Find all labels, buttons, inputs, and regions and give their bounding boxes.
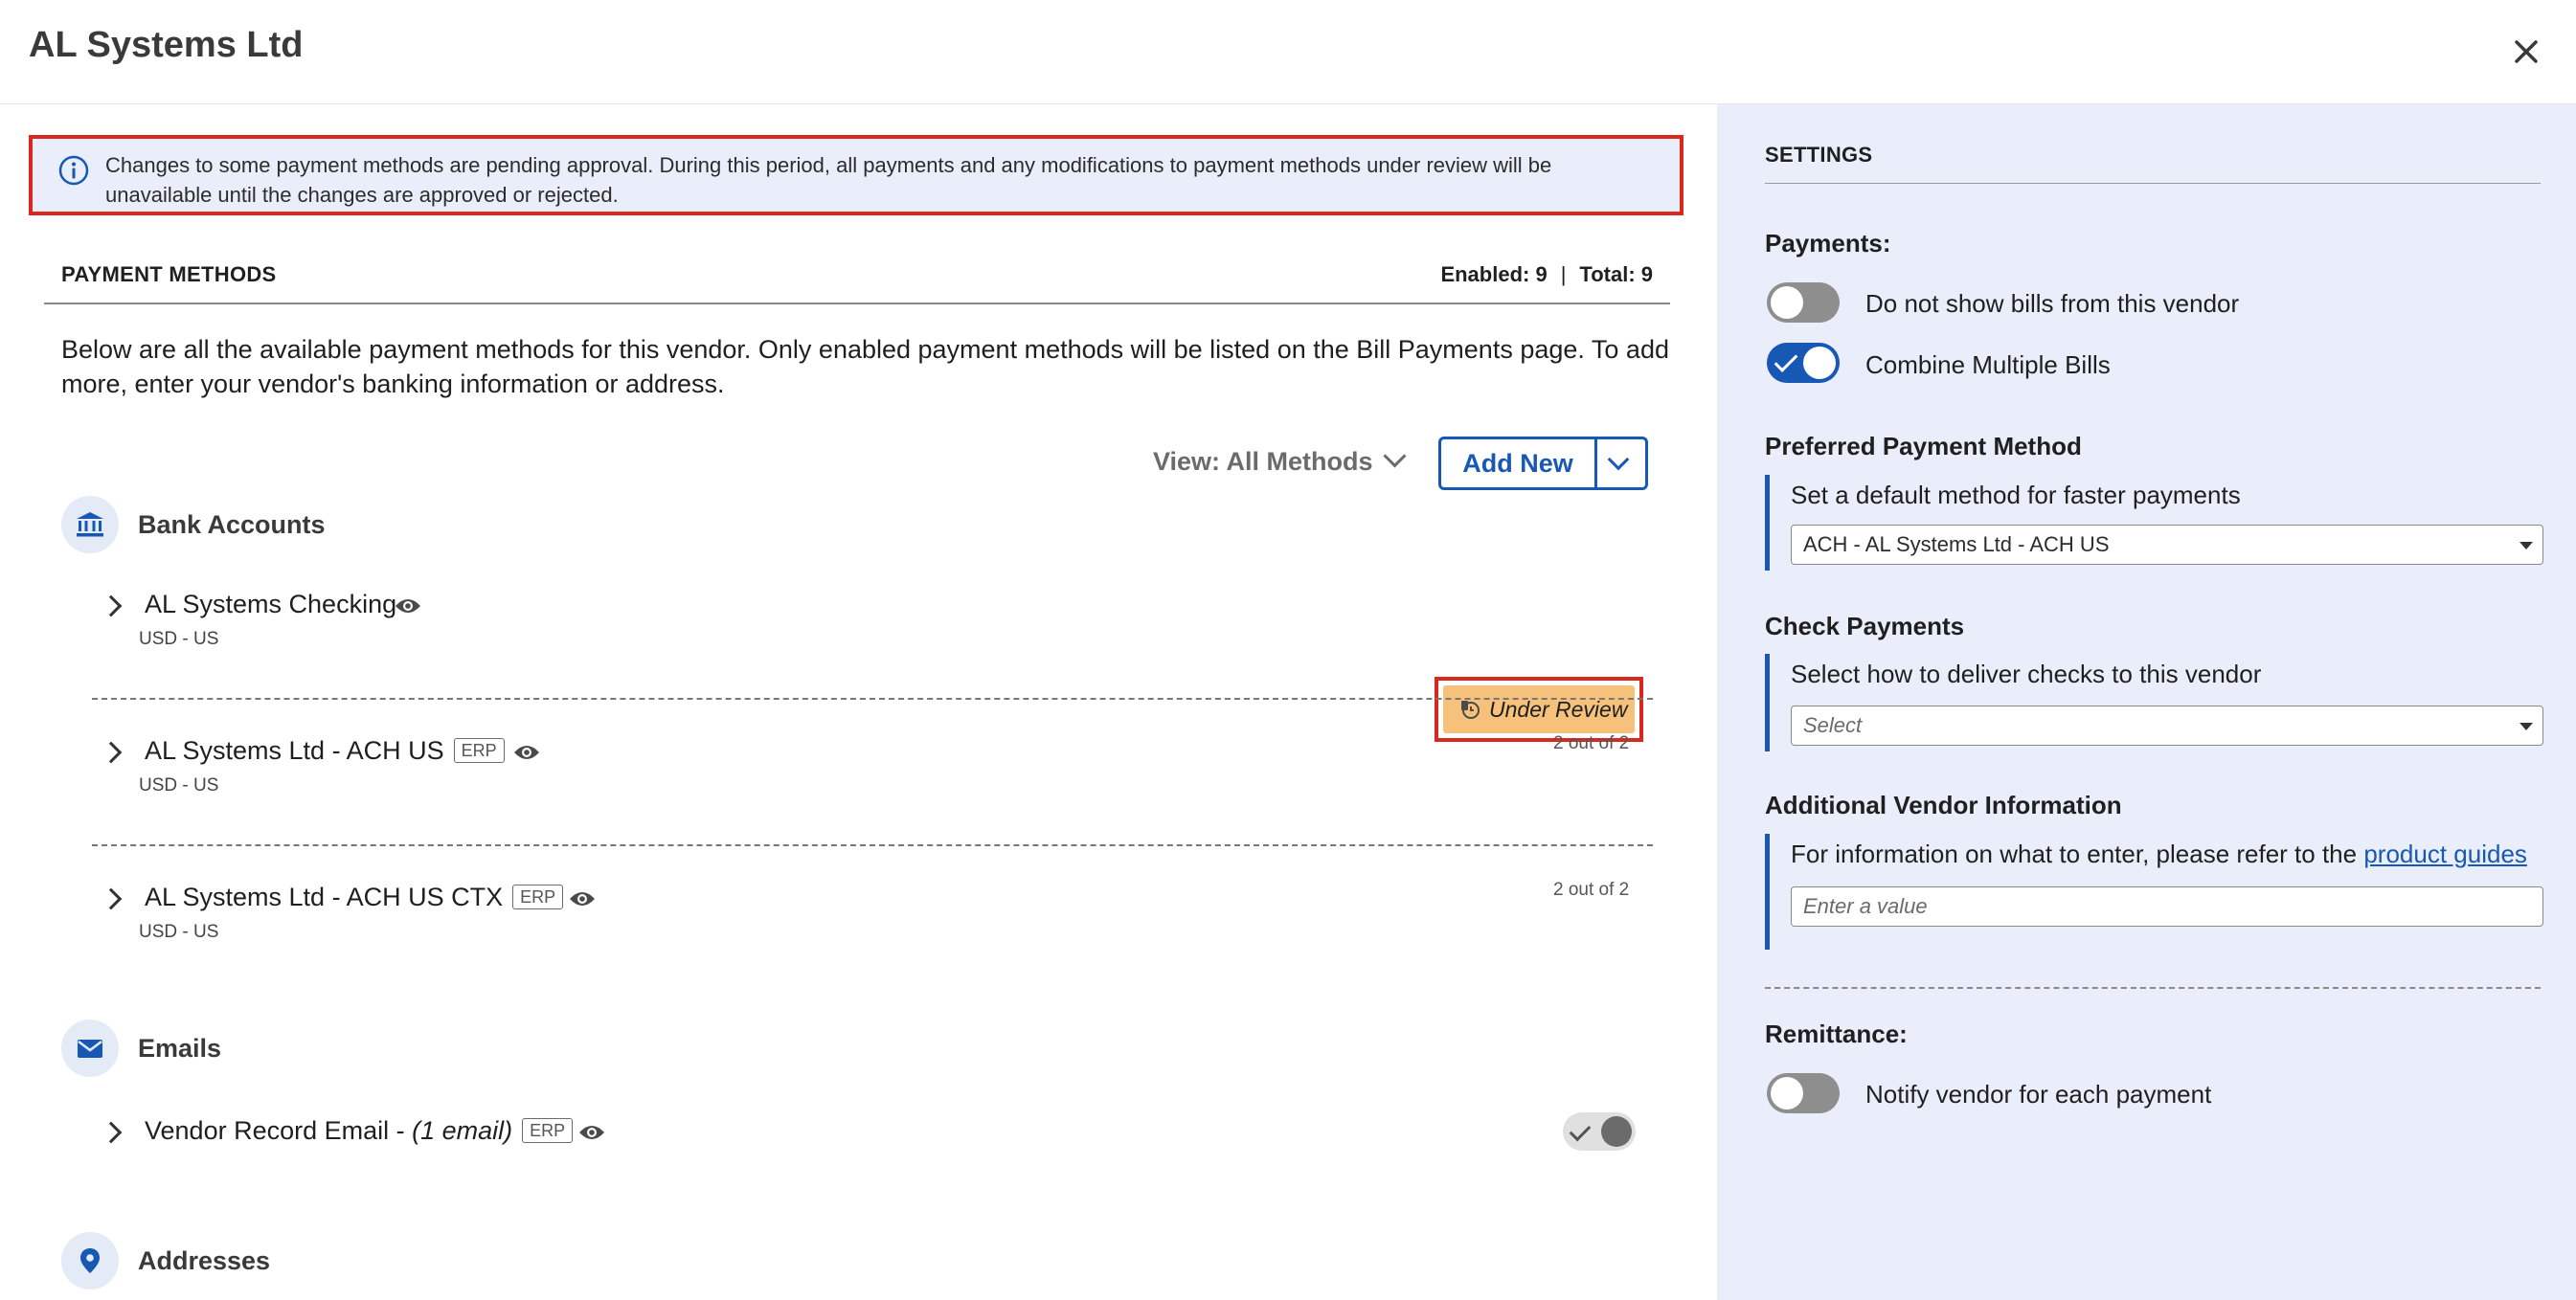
currency-country: USD - US bbox=[139, 629, 219, 649]
additional-info-input[interactable]: Enter a value bbox=[1791, 886, 2543, 927]
notify-vendor-toggle[interactable] bbox=[1767, 1073, 1840, 1113]
erp-tag: ERP bbox=[512, 885, 564, 909]
settings-panel: SETTINGS Payments: Do not show bills fro… bbox=[1717, 104, 2576, 1300]
view-filter-dropdown[interactable]: View: All Methods bbox=[1153, 444, 1407, 477]
divider bbox=[1765, 183, 2541, 184]
combine-bills-label: Combine Multiple Bills bbox=[1865, 350, 2111, 379]
product-guides-link[interactable]: product guides bbox=[2363, 840, 2527, 868]
under-review-highlight: Under Review bbox=[1435, 677, 1643, 742]
check-payments-label: Check Payments bbox=[1765, 612, 1965, 640]
add-new-button[interactable]: Add New bbox=[1438, 437, 1597, 490]
modal-header: AL Systems Ltd bbox=[0, 0, 2576, 104]
check-payments-group: Select how to deliver checks to this ven… bbox=[1765, 654, 2543, 751]
erp-tag: ERP bbox=[522, 1118, 574, 1143]
notify-vendor-label: Notify vendor for each payment bbox=[1865, 1080, 2212, 1109]
bank-account-label: AL Systems Ltd - ACH US bbox=[145, 736, 444, 765]
check-icon bbox=[1569, 1119, 1592, 1142]
eye-icon[interactable] bbox=[395, 596, 421, 616]
remittance-label: Remittance: bbox=[1765, 1020, 1908, 1048]
close-icon[interactable] bbox=[2505, 31, 2547, 73]
pending-approval-alert: Changes to some payment methods are pend… bbox=[29, 135, 1683, 215]
payment-methods-heading: PAYMENT METHODS bbox=[61, 262, 277, 286]
email-method-label: Vendor Record Email - bbox=[145, 1116, 413, 1145]
toggle-knob bbox=[1803, 347, 1836, 379]
expand-chevron-icon[interactable] bbox=[100, 1121, 123, 1144]
preferred-method-help: Set a default method for faster payments bbox=[1791, 481, 2241, 509]
expand-chevron-icon[interactable] bbox=[100, 887, 123, 910]
add-new-dropdown-button[interactable] bbox=[1597, 437, 1648, 490]
combine-bills-toggle[interactable] bbox=[1767, 343, 1840, 383]
bank-account-label: AL Systems Checking bbox=[145, 590, 397, 618]
check-delivery-placeholder: Select bbox=[1803, 713, 1863, 737]
section-title-bank-accounts: Bank Accounts bbox=[138, 510, 326, 539]
eye-icon[interactable] bbox=[569, 889, 596, 908]
page-title: AL Systems Ltd bbox=[29, 25, 304, 65]
bank-account-label: AL Systems Ltd - ACH US CTX bbox=[145, 883, 504, 911]
payments-label: Payments: bbox=[1765, 229, 1891, 258]
additional-info-label: Additional Vendor Information bbox=[1765, 791, 2122, 819]
erp-tag: ERP bbox=[453, 738, 505, 763]
caret-down-icon bbox=[2520, 723, 2533, 730]
expand-chevron-icon[interactable] bbox=[100, 741, 123, 764]
preferred-method-select[interactable]: ACH - AL Systems Ltd - ACH US bbox=[1791, 525, 2543, 565]
location-pin-icon bbox=[61, 1232, 119, 1289]
check-icon bbox=[1774, 348, 1798, 372]
additional-info-help-text: For information on what to enter, please… bbox=[1791, 840, 2364, 868]
additional-info-group: For information on what to enter, please… bbox=[1765, 834, 2543, 950]
count-separator: | bbox=[1560, 262, 1567, 286]
section-title-emails: Emails bbox=[138, 1034, 222, 1063]
toggle-knob bbox=[1771, 286, 1803, 319]
payment-methods-panel: Changes to some payment methods are pend… bbox=[0, 104, 1717, 1300]
section-divider bbox=[1765, 987, 2541, 989]
email-icon bbox=[61, 1020, 119, 1077]
additional-info-help: For information on what to enter, please… bbox=[1791, 840, 2527, 869]
bank-account-name[interactable]: AL Systems Ltd - ACH US CTX ERP bbox=[145, 883, 564, 912]
bank-account-name[interactable]: AL Systems Checking bbox=[145, 590, 396, 619]
under-review-badge: Under Review bbox=[1443, 685, 1635, 733]
check-delivery-select[interactable]: Select bbox=[1791, 706, 2543, 746]
alert-text: Changes to some payment methods are pend… bbox=[105, 153, 1552, 207]
payment-methods-counts: Enabled: 9 | Total: 9 bbox=[1440, 262, 1653, 287]
preferred-method-label: Preferred Payment Method bbox=[1765, 432, 2082, 460]
preferred-method-value: ACH - AL Systems Ltd - ACH US bbox=[1803, 532, 2110, 556]
chevron-down-icon bbox=[1383, 444, 1407, 468]
email-enabled-toggle[interactable] bbox=[1563, 1112, 1636, 1151]
total-count: Total: 9 bbox=[1579, 262, 1653, 286]
hide-bills-toggle[interactable] bbox=[1767, 282, 1840, 323]
expand-chevron-icon[interactable] bbox=[100, 594, 123, 617]
enabled-count: Enabled: 9 bbox=[1440, 262, 1548, 286]
row-divider bbox=[92, 698, 1653, 700]
currency-country: USD - US bbox=[139, 775, 219, 796]
email-count: (1 email) bbox=[412, 1116, 513, 1145]
row-divider bbox=[92, 844, 1653, 846]
eye-icon[interactable] bbox=[513, 743, 540, 762]
caret-down-icon bbox=[2520, 542, 2533, 549]
chevron-down-icon bbox=[1607, 448, 1630, 471]
eye-icon[interactable] bbox=[578, 1123, 605, 1142]
bank-account-name[interactable]: AL Systems Ltd - ACH US ERP bbox=[145, 736, 505, 766]
payment-methods-description: Below are all the available payment meth… bbox=[61, 335, 1669, 398]
additional-info-placeholder: Enter a value bbox=[1803, 894, 1928, 918]
section-title-addresses: Addresses bbox=[138, 1246, 271, 1275]
view-filter-label: View: All Methods bbox=[1153, 447, 1373, 476]
info-icon bbox=[57, 154, 90, 187]
bank-icon bbox=[61, 496, 119, 553]
divider bbox=[44, 303, 1670, 304]
currency-country: USD - US bbox=[139, 922, 219, 942]
enabled-count-badge: 2 out of 2 bbox=[1553, 733, 1630, 753]
check-payments-help: Select how to deliver checks to this ven… bbox=[1791, 660, 2262, 688]
hide-bills-label: Do not show bills from this vendor bbox=[1865, 289, 2240, 318]
enabled-count-badge: 2 out of 2 bbox=[1553, 880, 1630, 900]
preferred-method-group: Set a default method for faster payments… bbox=[1765, 475, 2543, 571]
toggle-knob bbox=[1601, 1116, 1632, 1147]
email-method-name[interactable]: Vendor Record Email - (1 email) ERP bbox=[145, 1116, 574, 1146]
settings-heading: SETTINGS bbox=[1765, 143, 1873, 167]
under-review-label: Under Review bbox=[1489, 697, 1628, 722]
toggle-knob bbox=[1771, 1077, 1803, 1109]
